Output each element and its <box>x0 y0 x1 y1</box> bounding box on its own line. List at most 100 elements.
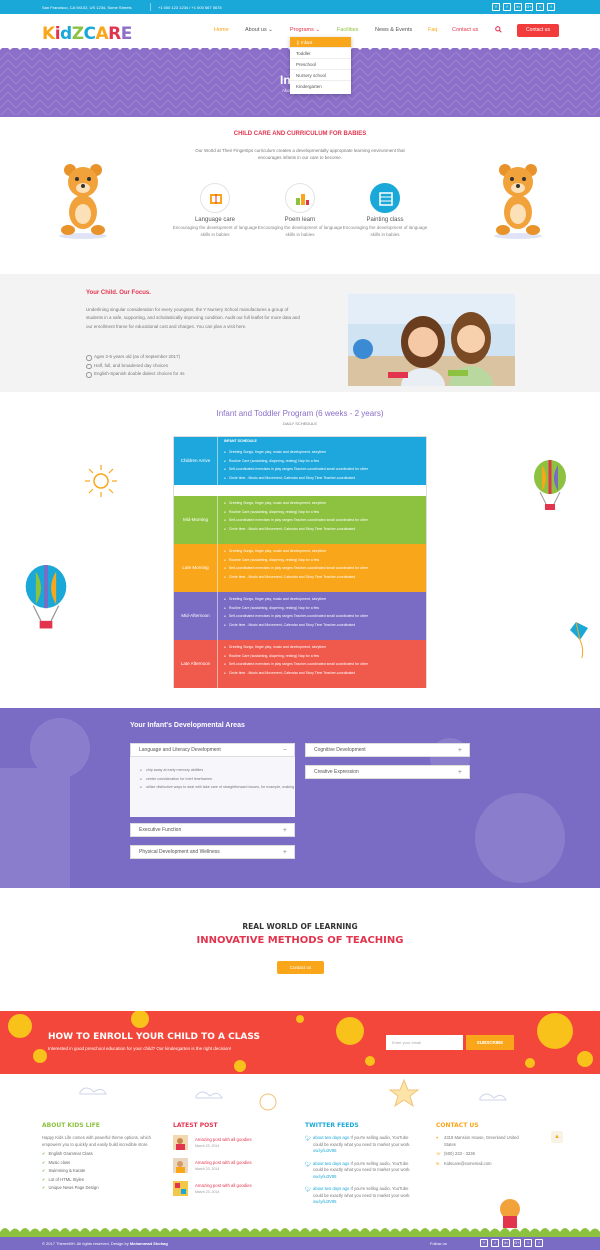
facebook-alt-icon[interactable]: f <box>535 1239 543 1247</box>
accordion-label: Cognitive Development <box>314 747 366 753</box>
list-item-label: Lot of HTML Styles <box>48 1176 84 1182</box>
search-icon[interactable] <box>495 26 502 33</box>
email-input[interactable]: Enter your email <box>386 1035 463 1050</box>
linkedin-icon[interactable]: in <box>502 1239 510 1247</box>
schedule-subtitle: DAILY SCHEDULE <box>282 421 318 426</box>
schedule-header: INFANT SCHEDULE <box>224 439 257 443</box>
googleplus-icon[interactable]: G+ <box>513 1239 521 1247</box>
curriculum-title: CHILD CARE AND CURRICULUM FOR BABIES <box>233 131 367 137</box>
accordion-executive[interactable]: Executive Function + <box>130 823 295 837</box>
nav-home[interactable]: Home <box>214 27 229 33</box>
kite-icon <box>570 621 588 659</box>
list-item: utilize distinctive ways to deal with ta… <box>140 783 295 792</box>
dropdown-item-kindergarten[interactable]: Kindergarten <box>290 81 351 92</box>
list-item-label: Unique News Page Design <box>48 1185 99 1190</box>
footer-bottom: © 2017 ThemeMH. All rights reserved. Des… <box>0 1237 600 1250</box>
nav-programs[interactable]: Programs ⌄ <box>290 27 320 33</box>
footer-heading: CONTACT US <box>436 1122 479 1129</box>
post-title[interactable]: Amazing post with all goodies <box>195 1160 252 1165</box>
tweet-item: 🐦︎ about two days ago If you're selling a… <box>305 1186 417 1206</box>
footer-twitter: TWITTER FEEDS 🐦︎ about two days ago If yo… <box>305 1122 417 1212</box>
subscribe-button[interactable]: SUBSCRIBE <box>466 1035 514 1050</box>
accordion-language[interactable]: Language and Literacy Development − <box>130 743 295 757</box>
schedule-items: Greeting Songs, finger play, music and d… <box>224 595 368 629</box>
accordion-physical[interactable]: Physical Development and Wellness + <box>130 845 295 859</box>
location-icon: ⌖ <box>436 1135 439 1140</box>
accordion-creative[interactable]: Creative Expression + <box>305 765 470 779</box>
list-item: Routine Care (sustaining, diapering, res… <box>224 652 368 661</box>
tweet-url[interactable]: ow.ly/iu3V85 <box>313 1148 337 1153</box>
post-title[interactable]: Amazing post with all goodies <box>195 1183 252 1188</box>
tweet-url[interactable]: ow.ly/iu3V85 <box>313 1199 337 1204</box>
tweet-link[interactable]: about two days ago <box>313 1161 349 1166</box>
phone-icon: ☏ <box>436 1151 442 1156</box>
list-item: Circle time - Music and Movement, Calend… <box>224 573 368 582</box>
feature-desc: Encouraging the development of language … <box>172 225 258 237</box>
tweet-item: 🐦︎ about two days ago If you're selling a… <box>305 1161 417 1181</box>
feature-title: Poem learn <box>284 217 316 223</box>
schedule-label: Late Afternoon <box>174 640 218 688</box>
plus-icon: + <box>457 769 462 776</box>
chevron-down-icon: ⌄ <box>315 27 320 33</box>
learning-contact-button[interactable]: Contact us <box>277 961 324 974</box>
scroll-top-icon[interactable]: ▲ <box>551 1131 563 1143</box>
dropdown-item-infant[interactable]: ❙ Infant <box>290 37 351 48</box>
dropdown-item-toddler[interactable]: Toddler <box>290 48 351 59</box>
dropdown-item-nursery[interactable]: Nursery school <box>290 70 351 81</box>
check-icon: ✔ <box>42 1168 46 1173</box>
chevron-down-icon: ⌄ <box>268 27 273 33</box>
nav-news[interactable]: News & Events <box>375 27 412 33</box>
schedule-label: Children Arrive <box>174 437 218 485</box>
twitter-icon[interactable]: t <box>536 3 544 11</box>
list-item: Half, full, and broadened day choices <box>86 362 185 371</box>
contact-email-text[interactable]: Kidscare@somemail.com <box>444 1161 492 1166</box>
list-item: Greeting Songs, finger play, music and d… <box>224 595 368 604</box>
youtube-icon[interactable]: Y <box>492 3 500 11</box>
contact-address: ⌖ 4318 Mansion House, Greenland United St… <box>436 1135 526 1148</box>
breadcrumb: Abo <box>282 88 291 93</box>
plus-icon: + <box>282 827 287 834</box>
nav-faq[interactable]: Faq <box>428 27 437 33</box>
schedule-row: Late Morning Greeting Songs, finger play… <box>174 544 426 592</box>
linkedin-icon[interactable]: in <box>514 3 522 11</box>
tweet-link[interactable]: about two days ago <box>313 1186 349 1191</box>
schedule-row: Mid-Afternoon Greeting Songs, finger pla… <box>174 592 426 640</box>
youtube-icon[interactable]: Y <box>480 1239 488 1247</box>
list-item: Routine Care (sustaining, diapering, res… <box>224 457 368 466</box>
header-contact-button[interactable]: Contact us <box>517 24 559 37</box>
post-title[interactable]: Amazing post with all goodies <box>195 1137 252 1142</box>
nav-about-label: About us <box>245 27 267 33</box>
nav-contact[interactable]: Contact us <box>452 27 478 33</box>
list-item: Circle time - Music and Movement, Calend… <box>224 621 368 630</box>
accordion-cognitive[interactable]: Cognitive Development + <box>305 743 470 757</box>
twitter-icon: 🐦︎ <box>305 1136 312 1142</box>
list-item: Self-coordinated exercises in play range… <box>224 516 368 525</box>
logo[interactable]: KidZCARE <box>42 24 132 44</box>
facebook-icon[interactable]: f <box>491 1239 499 1247</box>
dropdown-item-preschool[interactable]: Preschool <box>290 59 351 70</box>
twitter-icon[interactable]: t <box>524 1239 532 1247</box>
dev-areas-title: Your Infant's Developmental Areas <box>130 722 245 729</box>
tweet-url[interactable]: ow.ly/iu3V85 <box>313 1174 337 1179</box>
post-item[interactable]: Amazing post with all goodies March 23, … <box>173 1158 283 1181</box>
tweet-link[interactable]: about two days ago <box>313 1135 349 1140</box>
designer-link[interactable]: Mohammad Shohag <box>130 1241 168 1246</box>
list-item: Routine Care (sustaining, diapering, res… <box>224 556 368 565</box>
facebook-icon[interactable]: f <box>503 3 511 11</box>
post-item[interactable]: Amazing post with all goodies March 23, … <box>173 1181 283 1204</box>
googleplus-icon[interactable]: G+ <box>525 3 533 11</box>
hot-air-balloon-icon <box>534 460 566 510</box>
top-bar: San Francisco, CA 94102, US 1234, Some S… <box>0 0 600 14</box>
post-item[interactable]: Amazing post with all goodies March 23, … <box>173 1135 283 1158</box>
footer-heading: LATEST POST <box>173 1122 218 1129</box>
copyright-text: © 2017 ThemeMH. All rights reserved. Des… <box>42 1241 129 1246</box>
address-text: San Francisco, CA 94102, US 1234, Some S… <box>42 5 132 10</box>
nav-facilities[interactable]: Facilities <box>337 27 358 33</box>
nav-about[interactable]: About us ⌄ <box>245 27 273 33</box>
children-photo <box>348 294 515 386</box>
footer-about-text: Happy Kids Life comes with powerful them… <box>42 1135 151 1147</box>
list-item: Greeting Songs, finger play, music and d… <box>224 643 368 652</box>
accordion-label: Creative Expression <box>314 769 359 775</box>
facebook-alt-icon[interactable]: f <box>547 3 555 11</box>
list-item: Self-coordinated exercises in play range… <box>224 660 368 669</box>
